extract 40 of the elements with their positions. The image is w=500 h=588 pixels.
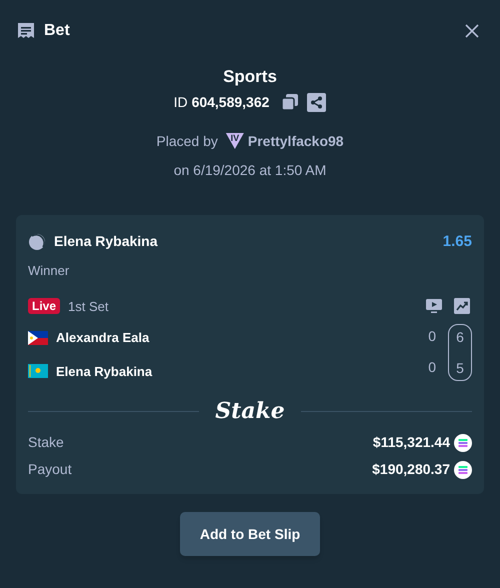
player-name: Alexandra Eala xyxy=(56,329,150,347)
receipt-icon xyxy=(16,21,36,41)
game-score: 0 xyxy=(428,328,436,345)
bet-id: 604,589,362 xyxy=(192,92,270,112)
share-button[interactable] xyxy=(307,92,326,112)
stats-button[interactable] xyxy=(454,298,470,314)
placed-by-label: Placed by xyxy=(156,132,218,151)
chart-icon xyxy=(454,298,470,314)
amount-label: Stake xyxy=(28,433,64,452)
flag-icon xyxy=(28,330,48,345)
placed-date: on 6/19/2026 at 1:50 AM xyxy=(174,160,326,180)
vip-badge: IV xyxy=(226,133,244,149)
stream-button[interactable] xyxy=(426,298,442,314)
share-icon xyxy=(310,96,324,108)
live-badge: Live xyxy=(28,298,60,314)
amount-label: Payout xyxy=(28,460,72,479)
bet-category: Sports xyxy=(223,66,277,88)
amount-value: $190,280.37 xyxy=(372,460,450,479)
close-icon xyxy=(464,23,480,39)
coin-icon xyxy=(454,460,472,478)
amount-value: $115,321.44 xyxy=(372,433,450,452)
tennis-ball-icon xyxy=(28,232,46,251)
set-score: 5 xyxy=(456,360,464,377)
player-name: Elena Rybakina xyxy=(56,362,152,381)
game-score: 0 xyxy=(428,359,436,376)
flag-icon xyxy=(28,364,48,378)
odds-value: 1.65 xyxy=(442,232,472,252)
copy-button[interactable] xyxy=(281,93,300,111)
copy-icon xyxy=(281,93,300,111)
dialog-title: Bet xyxy=(44,21,70,41)
add-to-bet-slip-button[interactable]: Add to Bet Slip xyxy=(180,512,320,556)
monitor-icon xyxy=(426,298,442,314)
set-score: 6 xyxy=(456,329,464,346)
coin-icon xyxy=(454,434,472,452)
bet-id-label: ID xyxy=(174,92,188,112)
username-link[interactable]: Prettylfacko98 xyxy=(248,130,344,152)
period-label: 1st Set xyxy=(68,298,108,316)
selection-name: Elena Rybakina xyxy=(54,232,158,252)
brand-logo: Stake xyxy=(215,397,285,426)
market-label: Winner xyxy=(28,262,70,280)
